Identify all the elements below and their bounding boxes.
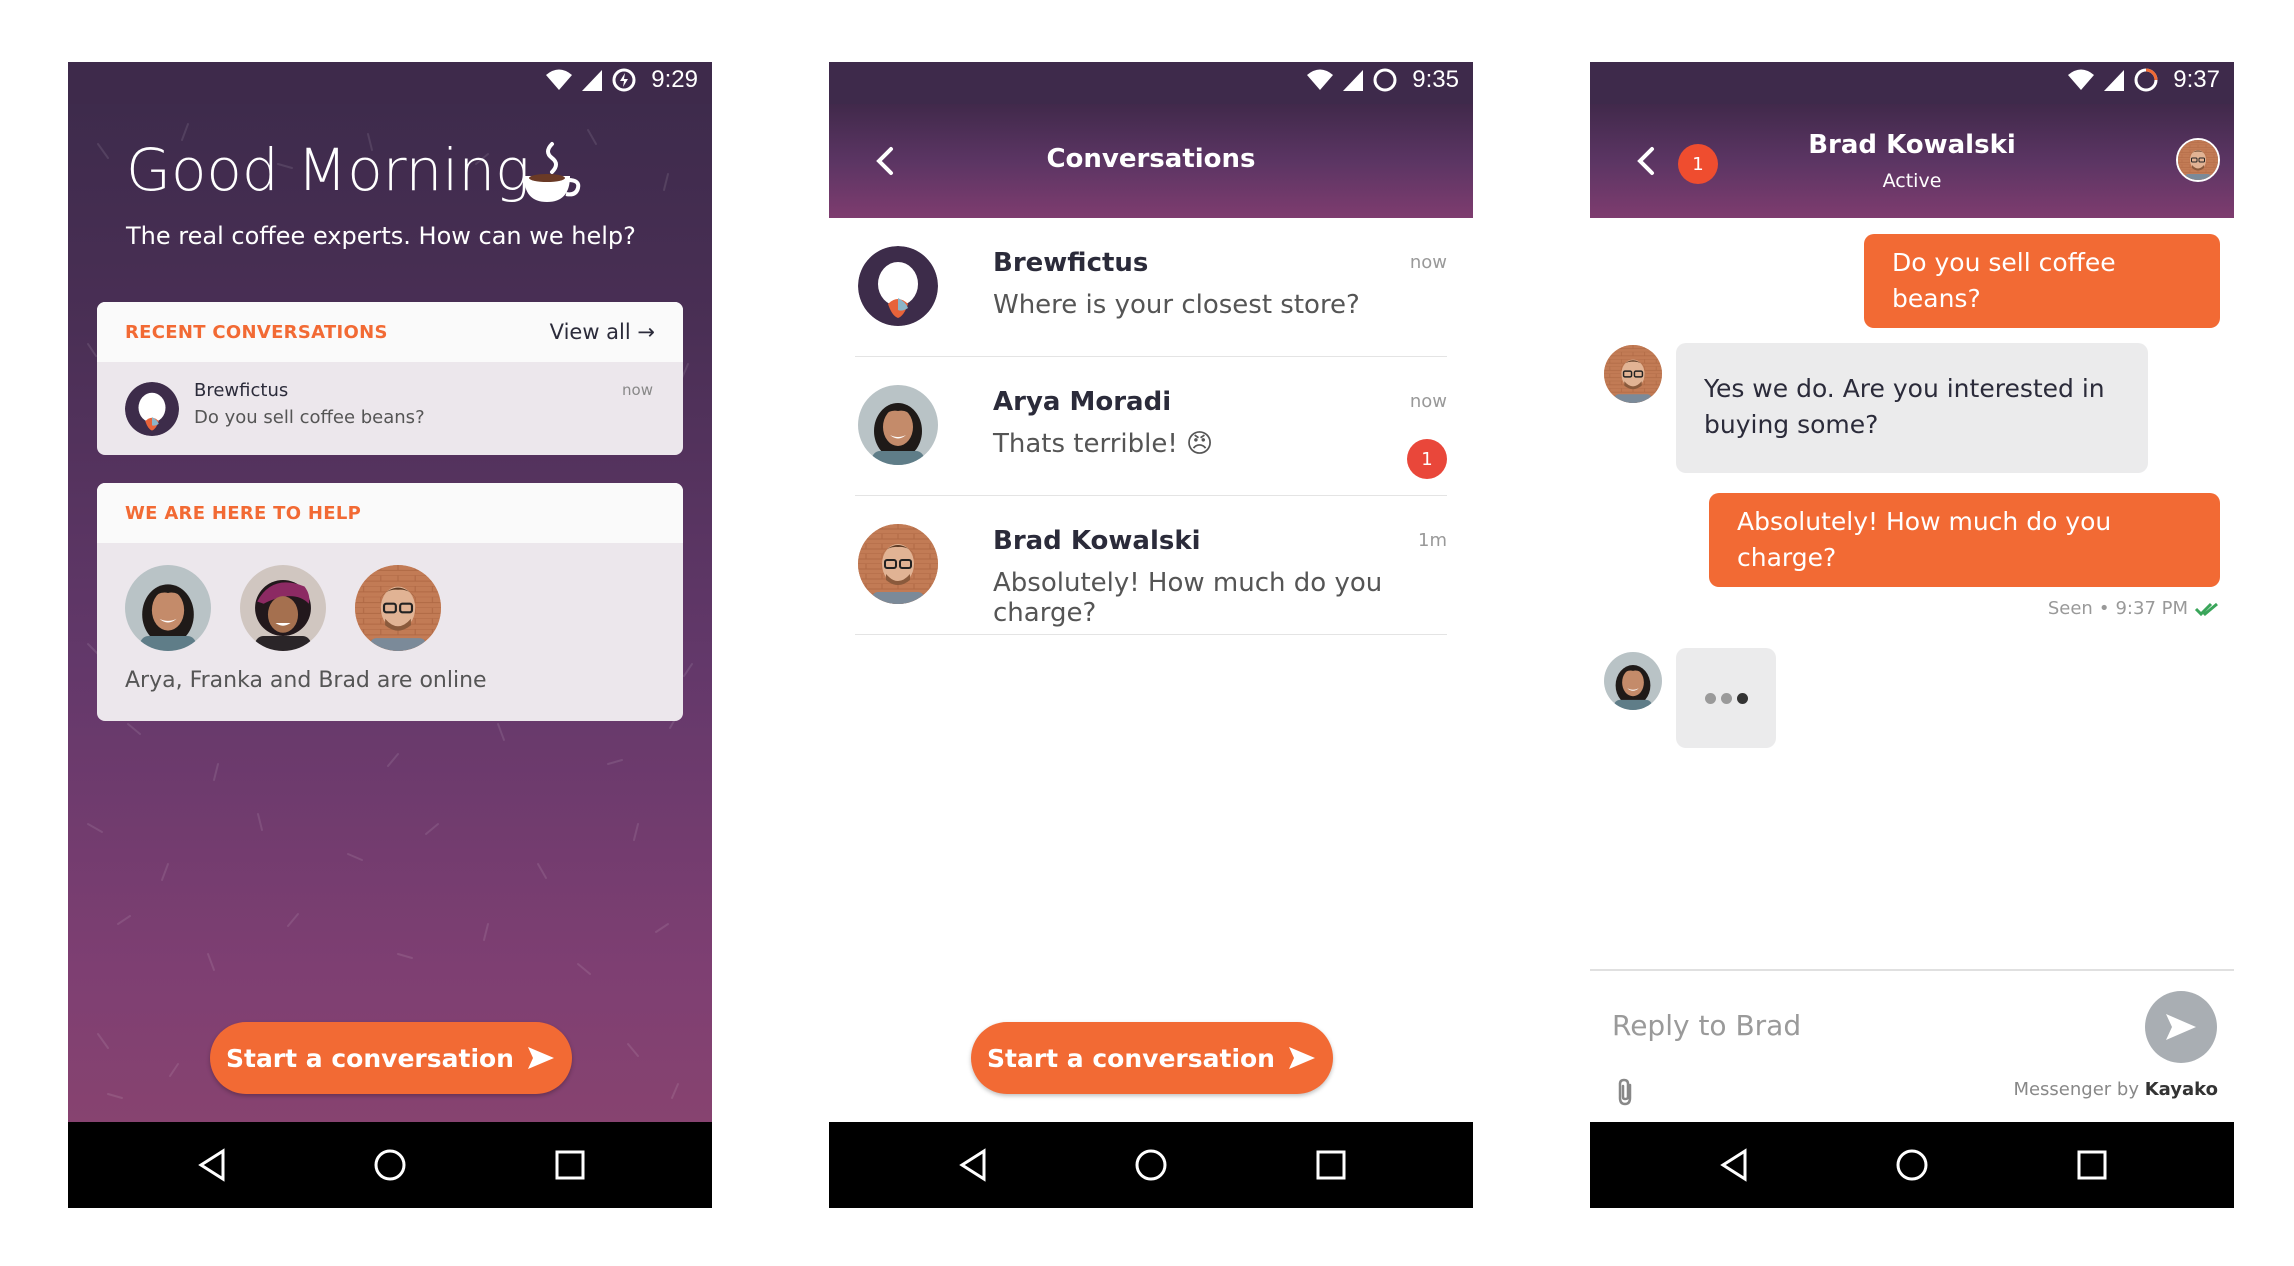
conversation-name: Brewfictus [993,248,1149,278]
wifi-icon [546,69,573,90]
outgoing-message: Absolutely! How much do you charge? [1709,493,2220,587]
start-conversation-button[interactable]: Start a conversation [971,1022,1333,1094]
help-label: WE ARE HERE TO HELP [125,503,362,524]
help-card: WE ARE HERE TO HELP Arya, Franka and Bra… [97,483,683,721]
header: 1 Brad Kowalski Active [1590,104,2234,218]
conversation-preview: Thats terrible! 😠 [993,429,1214,459]
contact-status: Active [1882,170,1942,192]
wifi-icon [1307,69,1334,90]
seen-label: Seen [2047,598,2093,619]
powered-by-prefix: Messenger by [2013,1079,2139,1100]
conversation-time: now [1409,252,1447,273]
status-bar: 9:37 [1590,62,2234,104]
nav-back-icon[interactable] [195,1147,231,1183]
signal-icon [582,70,603,91]
status-time: 9:29 [651,66,698,93]
conversation-preview: Do you sell coffee beans? [194,407,425,428]
start-conversation-button[interactable]: Start a conversation [210,1022,572,1094]
nav-home-icon[interactable] [372,1147,408,1183]
page-title: Conversations [1046,144,1256,174]
status-time: 9:37 [2173,66,2220,93]
conversation-preview: Absolutely! How much do you charge? [993,568,1383,628]
conversation-row[interactable]: Arya Moradi Thats terrible! 😠 now 1 [855,357,1447,496]
conversation-preview: Where is your closest store? [993,290,1360,320]
online-status: Arya, Franka and Brad are online [125,668,487,693]
recent-conversations-card: RECENT CONVERSATIONS View all → Brewfict… [97,302,683,455]
read-receipt: Seen • 9:37 PM [2048,598,2220,619]
kayako-brand[interactable]: Kayako [2145,1079,2218,1100]
conversation-time: 1m [1418,530,1447,551]
nav-home-icon[interactable] [1894,1147,1930,1183]
start-conversation-label: Start a conversation [225,1043,514,1073]
typing-avatar [1604,652,1662,710]
header: Conversations [829,104,1473,218]
battery-icon [612,68,636,92]
status-time: 9:35 [1412,66,1459,93]
paperclip-icon[interactable] [1614,1077,1638,1107]
contact-name: Brad Kowalski [1808,130,2016,160]
agent-avatar [1604,345,1662,403]
signal-icon [1343,70,1364,91]
start-conversation-label: Start a conversation [986,1043,1275,1073]
message-composer: Reply to Brad Messenger by Kayako [1590,969,2234,1124]
double-check-icon [2194,602,2218,616]
status-bar: 9:35 [829,62,1473,104]
greeting-subtitle: The real coffee experts. How can we help… [126,222,636,250]
avatar-arya [125,565,211,651]
avatar-brad [858,524,938,604]
view-all-link[interactable]: View all → [550,320,655,344]
conversation-name: Arya Moradi [993,387,1172,417]
home-screen: 9:29 Good Morning The real coffee expert… [68,62,712,1208]
send-arrow-icon [1289,1047,1315,1069]
avatar-brad [355,565,441,651]
greeting-title: Good Morning [126,136,530,204]
conversations-screen: 9:35 Conversations Brewfictus Where is y… [829,62,1473,1208]
conversation-row[interactable]: Brewfictus Where is your closest store? … [855,218,1447,357]
brewfictus-logo [125,382,179,436]
conversation-time: now [1409,391,1447,412]
android-nav-bar [1590,1122,2234,1208]
reply-input[interactable]: Reply to Brad [1612,1009,1801,1042]
brewfictus-logo [858,246,938,326]
wifi-icon [2068,69,2095,90]
send-arrow-icon [528,1047,554,1069]
signal-icon [2104,70,2125,91]
send-icon [2166,1014,2196,1040]
android-nav-bar [829,1122,1473,1208]
conversation-name: Brewfictus [194,380,289,401]
nav-back-icon[interactable] [956,1147,992,1183]
conversation-name: Brad Kowalski [993,526,1201,556]
coffee-cup-icon [524,142,581,202]
chat-screen: 9:37 1 Brad Kowalski Active Do you sell … [1590,62,2234,1208]
contact-avatar[interactable] [2176,138,2220,182]
nav-home-icon[interactable] [1133,1147,1169,1183]
nav-recents-icon[interactable] [1313,1147,1349,1183]
conversation-row[interactable]: Brad Kowalski Absolutely! How much do yo… [855,496,1447,635]
recent-conversations-label: RECENT CONVERSATIONS [125,322,388,343]
avatar-arya [858,385,938,465]
nav-back-icon[interactable] [1717,1147,1753,1183]
send-button[interactable] [2145,991,2217,1063]
conversation-time: now [622,381,653,399]
unread-badge: 1 [1407,439,1447,479]
android-nav-bar [68,1122,712,1208]
nav-recents-icon[interactable] [552,1147,588,1183]
battery-icon [1373,68,1397,92]
outgoing-message: Do you sell coffee beans? [1864,234,2220,328]
nav-recents-icon[interactable] [2074,1147,2110,1183]
battery-icon [2134,68,2158,92]
seen-time: 9:37 PM [2115,598,2188,619]
powered-by: Messenger by Kayako [2013,1079,2218,1100]
avatar-franka [240,565,326,651]
incoming-message: Yes we do. Are you interested in buying … [1676,343,2148,473]
status-bar: 9:29 [68,62,712,104]
recent-conversation-item[interactable]: Brewfictus Do you sell coffee beans? now [97,362,683,455]
typing-indicator [1676,648,1776,748]
